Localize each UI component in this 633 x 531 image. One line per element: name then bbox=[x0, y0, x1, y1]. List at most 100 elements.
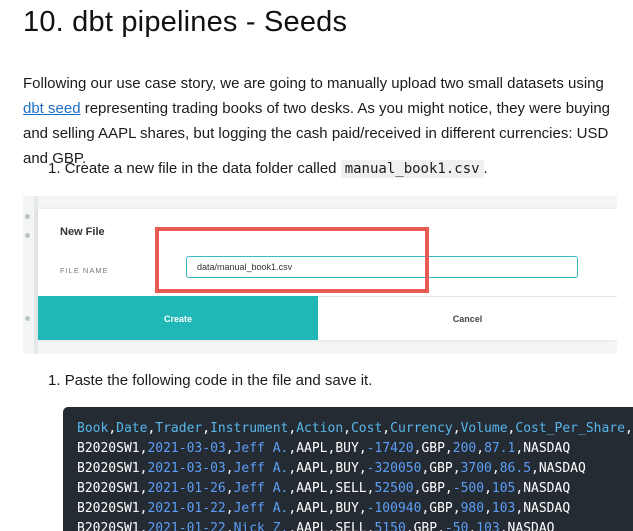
code-token: AAPL bbox=[296, 501, 328, 516]
code-comma: , bbox=[499, 521, 508, 531]
code-token: GBP bbox=[429, 501, 453, 516]
code-comma: , bbox=[288, 441, 297, 456]
dot-icon bbox=[25, 214, 30, 219]
page-title: 10. dbt pipelines - Seeds bbox=[23, 6, 348, 38]
code-token: Currency bbox=[390, 421, 453, 436]
cancel-button[interactable]: Cancel bbox=[318, 296, 617, 340]
code-comma: , bbox=[358, 501, 367, 516]
code-token: 2021-03-03 bbox=[147, 461, 226, 476]
code-token: AAPL bbox=[296, 461, 328, 476]
highlight-box bbox=[155, 227, 429, 293]
code-token: 2021-03-03 bbox=[147, 441, 226, 456]
code-token: Instrument bbox=[210, 421, 289, 436]
code-token: 980 bbox=[460, 501, 485, 516]
code-token: B2020SW1 bbox=[77, 461, 140, 476]
code-token: BUY bbox=[335, 441, 359, 456]
code-token: 86.5 bbox=[499, 461, 532, 476]
step-text-end: . bbox=[483, 160, 488, 177]
code-token: 200 bbox=[452, 441, 477, 456]
code-token: 2021-01-22 bbox=[147, 501, 226, 516]
code-token: -17420 bbox=[366, 441, 414, 456]
code-comma: , bbox=[225, 481, 234, 496]
code-comma: , bbox=[288, 481, 297, 496]
code-comma: , bbox=[452, 421, 461, 436]
file-name-label: FILE NAME bbox=[60, 266, 109, 275]
code-comma: , bbox=[358, 441, 367, 456]
code-comma: , bbox=[476, 441, 485, 456]
code-token: NASDAQ bbox=[523, 481, 571, 496]
code-token: Cost_Per_Share bbox=[515, 421, 625, 436]
code-comma: , bbox=[202, 421, 211, 436]
intro-text-before: Following our use case story, we are goi… bbox=[23, 75, 604, 92]
code-comma: , bbox=[358, 461, 367, 476]
code-token: B2020SW1 bbox=[77, 441, 140, 456]
code-token: Volume bbox=[460, 421, 508, 436]
code-token: GBP bbox=[413, 521, 438, 531]
code-comma: , bbox=[225, 501, 234, 516]
code-comma: , bbox=[288, 461, 297, 476]
code-token: Action bbox=[296, 421, 344, 436]
code-token: 103 bbox=[476, 521, 500, 531]
code-comma: , bbox=[288, 501, 297, 516]
code-comma: , bbox=[484, 481, 492, 496]
code-token: AAPL bbox=[296, 481, 328, 496]
code-token: B2020SW1 bbox=[77, 521, 140, 531]
code-token: GBP bbox=[421, 481, 445, 496]
code-comma: , bbox=[531, 461, 539, 476]
code-token: Book bbox=[77, 421, 109, 436]
create-button[interactable]: Create bbox=[38, 296, 318, 340]
code-block[interactable]: Book,Date,Trader,Instrument,Action,Cost,… bbox=[63, 407, 633, 531]
code-row-line: B2020SW1,2021-01-26,Jeff A.,AAPL,SELL,52… bbox=[77, 479, 633, 499]
step-create-file: 1. Create a new file in the data folder … bbox=[48, 158, 488, 180]
code-comma: , bbox=[444, 481, 453, 496]
code-token: -500 bbox=[452, 481, 485, 496]
code-token: 87.1 bbox=[484, 441, 516, 456]
code-token: -320050 bbox=[366, 461, 422, 476]
code-comma: , bbox=[452, 501, 461, 516]
code-comma: , bbox=[484, 501, 492, 516]
code-token: 3700 bbox=[460, 461, 492, 476]
code-token: Jeff A. bbox=[233, 441, 289, 456]
code-token: Jeff A. bbox=[233, 461, 289, 476]
code-token: -50 bbox=[444, 521, 469, 531]
step-number: 1. bbox=[48, 160, 61, 177]
code-token: BUY bbox=[335, 461, 359, 476]
code-token: Cost bbox=[350, 421, 383, 436]
code-token: GBP bbox=[421, 441, 445, 456]
code-comma: , bbox=[288, 521, 297, 531]
code-comma: , bbox=[452, 461, 461, 476]
code-comma: , bbox=[343, 421, 351, 436]
step-text: Paste the following code in the file and… bbox=[64, 372, 373, 389]
code-token: NASDAQ bbox=[523, 501, 571, 516]
code-comma: , bbox=[225, 521, 234, 531]
dialog-title: New File bbox=[60, 226, 105, 238]
step-text: Create a new file in the data folder cal… bbox=[64, 160, 341, 177]
code-token: 52500 bbox=[374, 481, 414, 496]
code-token: NASDAQ bbox=[507, 521, 555, 531]
code-token: -100940 bbox=[366, 501, 422, 516]
code-comma: , bbox=[437, 521, 445, 531]
code-comma: , bbox=[444, 441, 453, 456]
code-token: BUY bbox=[335, 501, 359, 516]
sidebar-dots bbox=[23, 214, 31, 335]
dot-icon bbox=[25, 316, 30, 321]
code-token: NASDAQ bbox=[523, 441, 571, 456]
code-token: Date bbox=[116, 421, 148, 436]
code-token: AAPL bbox=[296, 521, 328, 531]
step-number: 1. bbox=[48, 372, 61, 389]
code-comma: , bbox=[491, 461, 500, 476]
code-comma: , bbox=[225, 461, 234, 476]
code-comma: , bbox=[624, 421, 633, 436]
code-comma: , bbox=[288, 421, 297, 436]
new-file-dialog-screenshot: New File FILE NAME data/manual_book1.csv… bbox=[23, 196, 617, 354]
code-token: Jeff A. bbox=[233, 481, 289, 496]
dbt-seed-link[interactable]: dbt seed bbox=[23, 100, 81, 117]
code-token: AAPL bbox=[296, 441, 328, 456]
code-token: 5150 bbox=[374, 521, 406, 531]
step-paste-code: 1. Paste the following code in the file … bbox=[48, 370, 372, 392]
code-token: B2020SW1 bbox=[77, 501, 140, 516]
intro-text-after: representing trading books of two desks.… bbox=[23, 100, 611, 167]
code-token: B2020SW1 bbox=[77, 481, 140, 496]
dot-icon bbox=[25, 233, 30, 238]
code-row-line: B2020SW1,2021-03-03,Jeff A.,AAPL,BUY,-32… bbox=[77, 459, 633, 479]
